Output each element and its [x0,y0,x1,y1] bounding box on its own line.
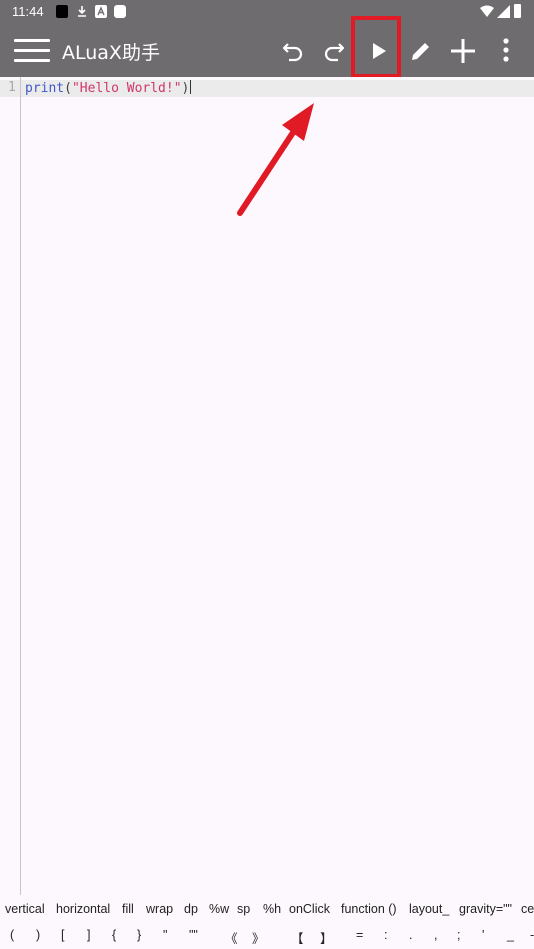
download-icon [76,5,88,18]
pencil-icon [412,43,429,60]
symbol-key-19[interactable]: - [530,928,534,942]
gutter-divider [20,77,21,895]
symbol-key-13[interactable]: : [384,928,387,942]
annotation-arrow-icon [237,103,314,216]
app-title: ALuaX助手 [62,42,160,64]
symbol-key-17[interactable]: ' [482,928,484,942]
symbol-key-18[interactable]: _ [507,928,514,942]
redo-button[interactable] [317,34,351,68]
wifi-icon [480,5,494,20]
symbol-key-8[interactable]: 《 [225,928,238,947]
more-options-button[interactable] [490,34,524,68]
code-paren-open: ( [64,81,72,96]
text-cursor [190,80,192,94]
shortcut-key-7[interactable]: %h [263,902,281,916]
symbol-row: ()[]{} " "" 《》【】 =:.,; ' _ - [0,928,534,948]
symbol-key-6[interactable]: " [163,928,167,942]
shortcut-key-5[interactable]: %w [209,902,229,916]
symbol-key-7[interactable]: "" [189,928,198,942]
shortcut-key-8[interactable]: onClick [289,902,330,916]
symbol-key-9[interactable]: 》 [252,928,265,947]
shortcut-key-11[interactable]: gravity="" [459,902,512,916]
shortcut-key-1[interactable]: horizontal [56,902,110,916]
shortcut-key-10[interactable]: layout_ [409,902,449,916]
code-keyword: print [25,81,65,96]
status-bar: 11:44 [0,0,534,24]
symbol-key-14[interactable]: . [409,928,412,942]
shortcut-key-6[interactable]: sp [237,902,250,916]
shortcut-key-12[interactable]: ce [521,902,534,916]
menu-icon[interactable] [14,39,50,63]
code-paren-close: ) [181,81,190,96]
redo-icon [324,43,345,62]
more-vert-icon [503,38,509,62]
shortcut-key-2[interactable]: fill [122,902,134,916]
symbol-shortcut-bar: vertical horizontal fill wrap dp %w sp %h onClic… [0,896,534,949]
symbol-key-1[interactable]: ) [36,928,40,942]
shortcut-key-4[interactable]: dp [184,902,198,916]
symbol-key-0[interactable]: ( [10,928,14,942]
undo-button[interactable] [276,34,310,68]
symbol-key-4[interactable]: { [112,928,116,942]
shortcut-key-9[interactable]: function () [341,902,397,916]
edit-button[interactable] [404,34,438,68]
app-a-icon [95,5,107,18]
plus-icon [451,39,475,63]
symbol-key-12[interactable]: = [356,928,363,942]
shortcut-key-0[interactable]: vertical [5,902,45,916]
notification-app-icon [56,5,68,18]
add-button[interactable] [446,34,480,68]
notification-square-icon [114,5,126,18]
symbol-key-10[interactable]: 【 [291,928,304,947]
symbol-key-16[interactable]: ; [457,928,460,942]
app-bar: ALuaX助手 [0,24,534,77]
symbol-key-15[interactable]: , [434,928,437,942]
symbol-key-3[interactable]: ] [87,928,90,942]
line-number: 1 [8,80,16,95]
status-time: 11:44 [12,4,44,19]
shortcut-key-3[interactable]: wrap [146,902,173,916]
undo-icon [282,43,303,62]
signal-icon [497,5,510,21]
symbol-key-5[interactable]: } [137,928,141,942]
run-button-highlight [351,16,401,78]
symbol-key-2[interactable]: [ [61,928,64,942]
code-line[interactable]: print("Hello World!") [25,80,192,97]
symbol-key-11[interactable]: 】 [320,928,333,947]
keyword-row: vertical horizontal fill wrap dp %w sp %h onClic… [0,902,534,922]
code-string: "Hello World!" [71,81,182,96]
battery-icon [514,4,521,18]
